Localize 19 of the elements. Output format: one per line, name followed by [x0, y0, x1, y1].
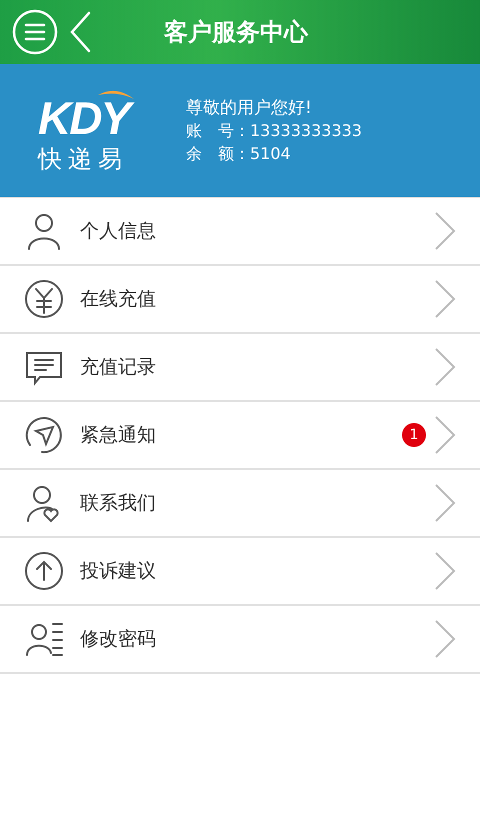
yuan-icon	[24, 279, 64, 319]
menu-button[interactable]	[12, 9, 58, 55]
field-label: 账 号：	[186, 121, 250, 142]
chevron-icon	[434, 415, 456, 455]
field-value: 5104	[250, 144, 291, 165]
chevron-icon	[434, 619, 456, 659]
back-button[interactable]	[68, 10, 92, 54]
chevron-icon	[434, 279, 456, 319]
chevron-icon	[434, 551, 456, 591]
logo: KDY 快递易	[38, 86, 148, 174]
chevron-icon	[434, 211, 456, 251]
notification-badge: 1	[402, 423, 426, 447]
field-value: 13333333333	[250, 121, 362, 142]
field-label: 余 额：	[186, 144, 250, 165]
send-icon	[24, 415, 64, 455]
greeting: 尊敬的用户您好!	[186, 97, 313, 119]
page-title: 客户服务中心	[164, 17, 308, 48]
chevron-icon	[434, 347, 456, 387]
chevron-icon	[434, 483, 456, 523]
